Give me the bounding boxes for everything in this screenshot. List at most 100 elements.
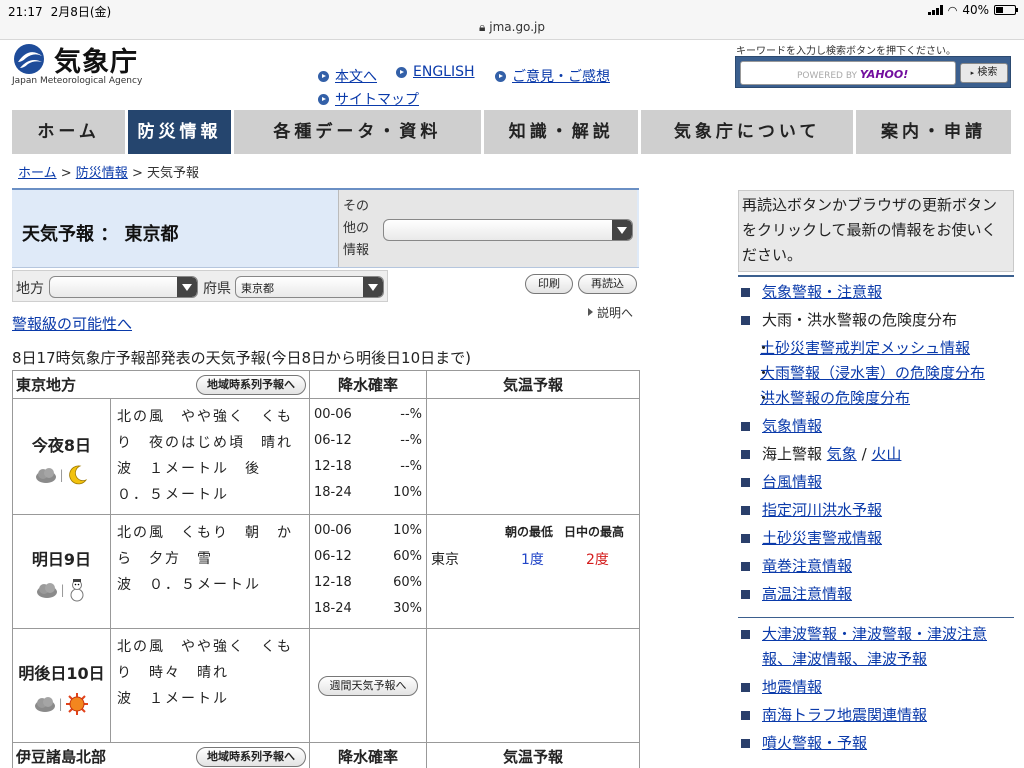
link-main-text[interactable]: 本文へ — [318, 66, 377, 86]
side-subitem-flood-inundation[interactable]: 大雨警報（浸水害）の危険度分布 — [738, 361, 1014, 386]
pop-row: 12-18 --% — [314, 459, 423, 474]
weekly-forecast-button[interactable]: 週間天気予報へ — [318, 675, 419, 696]
breadcrumb-disaster[interactable]: 防災情報 — [76, 166, 128, 181]
reload-button[interactable]: 再読込 — [578, 274, 637, 294]
side-item-river[interactable]: 指定河川洪水予報 — [738, 498, 1014, 523]
side-item-typhoon[interactable]: 台風情報 — [738, 470, 1014, 495]
forecast-table: 東京地方 地域時系列予報へ 降水確率 気温予報 今夜8日 | 北の風 やや強く … — [11, 370, 641, 768]
search-input[interactable]: POWERED BY YAHOO! — [740, 61, 956, 85]
announcement-text: 8日17時気象庁予報部発表の天気予報(今日8日から明後日10日まで) — [12, 349, 471, 367]
nav-home[interactable]: ホーム — [12, 110, 126, 154]
nav-guide[interactable]: 案内・申請 — [855, 110, 1011, 154]
side-link[interactable]: 地震情報 — [762, 678, 822, 696]
main-text-link[interactable]: 本文へ — [335, 66, 377, 86]
breadcrumb-home[interactable]: ホーム — [18, 166, 57, 181]
desc-line: 北の風 くもり 朝 か — [117, 525, 293, 541]
weather-description: 北の風 やや強く くも り 夜のはじめ頃 晴れ 波 １メートル 後 ０．５メート… — [109, 398, 311, 515]
pop-cell: 00-06 --% 06-12 --% 12-18 --% 18-24 10% — [309, 398, 428, 515]
pop-header: 降水確率 — [309, 370, 428, 399]
moon-icon — [68, 465, 87, 484]
temp-min-value: 1度 — [521, 552, 544, 568]
side-item-sediment[interactable]: 土砂災害警戒情報 — [738, 526, 1014, 551]
english-link[interactable]: ENGLISH — [413, 64, 475, 80]
side-link[interactable]: 気象情報 — [762, 417, 822, 435]
feedback-link[interactable]: ご意見・ご感想 — [512, 66, 610, 86]
region-select[interactable] — [49, 276, 198, 298]
jma-logo[interactable]: 気象庁 Japan Meteorological Agency — [12, 42, 152, 90]
pop-row: 06-12 60% — [314, 549, 423, 564]
temp-max-value: 2度 — [586, 552, 609, 568]
side-subitem-flood[interactable]: 洪水警報の危険度分布 — [738, 386, 1014, 411]
temp-header: 気温予報 — [426, 370, 641, 399]
side-item-nankai[interactable]: 南海トラフ地震関連情報 — [738, 703, 1014, 728]
side-link[interactable]: 気象警報・注意報 — [762, 283, 882, 301]
nav-about[interactable]: 気象庁について — [641, 110, 853, 154]
reload-notice: 再読込ボタンかブラウザの更新ボタンをクリックして最新の情報をお使いください。 — [738, 190, 1014, 272]
side-item-warnings[interactable]: 気象警報・注意報 — [738, 280, 1014, 305]
forecast-title-box: 天気予報 ： 東京都 その他の情報 — [12, 188, 639, 268]
side-link[interactable]: 指定河川洪水予報 — [762, 501, 882, 519]
arrow-bullet-icon — [495, 70, 506, 82]
nav-data[interactable]: 各種データ・資料 — [233, 110, 482, 154]
search-button[interactable]: ▸ 検索 — [960, 63, 1008, 83]
side-link[interactable]: 噴火警報・予報 — [762, 734, 867, 752]
timeseries-button[interactable]: 地域時系列予報へ — [196, 747, 307, 767]
explanation-label: 説明へ — [597, 306, 634, 320]
url-text: jma.go.jp — [489, 20, 545, 34]
print-button[interactable]: 印刷 — [525, 274, 573, 294]
browser-status-bar: 21:17 2月8日(金) 🔒︎ jma.go.jp ◠ 40% — [0, 0, 1024, 40]
side-link[interactable]: 高温注意情報 — [762, 585, 852, 603]
link-feedback[interactable]: ご意見・ご感想 — [495, 66, 610, 86]
region-selector-bar: 地方 府県 東京都 — [12, 270, 388, 302]
side-link[interactable]: 火山 — [871, 445, 901, 463]
sitemap-link[interactable]: サイトマップ — [335, 89, 419, 109]
region-label: 地方 — [16, 281, 44, 297]
side-link[interactable]: 大津波警報・津波警報・津波注意報、津波情報、津波予報 — [762, 625, 987, 668]
warning-possibility-link[interactable]: 警報級の可能性へ — [12, 313, 132, 334]
forecast-row: 明日9日 | 北の風 くもり 朝 か ら 夕方 雪 波 ０．５メートル 00-0… — [12, 514, 641, 629]
other-info-select[interactable] — [383, 219, 633, 241]
link-english[interactable]: ENGLISH — [396, 64, 475, 80]
day-cell: 今夜8日 | — [12, 398, 111, 515]
temp-header: 気温予報 — [426, 742, 641, 768]
side-link[interactable]: 大雨警報（浸水害）の危険度分布 — [760, 364, 985, 382]
side-link[interactable]: 土砂災害警戒情報 — [762, 529, 882, 547]
desc-line: 北の風 やや強く くも — [117, 409, 293, 425]
weather-icons: | — [13, 578, 110, 602]
side-item-heat[interactable]: 高温注意情報 — [738, 582, 1014, 607]
icon-separator: | — [59, 467, 64, 482]
side-item-tsunami[interactable]: 大津波警報・津波警報・津波注意報、津波情報、津波予報 — [738, 622, 1014, 672]
arrow-bullet-icon — [396, 66, 407, 78]
cloud-icon — [35, 696, 56, 712]
side-link[interactable]: 竜巻注意情報 — [762, 557, 852, 575]
cloud-icon — [37, 582, 58, 598]
nav-knowledge[interactable]: 知識・解説 — [484, 110, 639, 154]
desc-line: ０．５メートル — [117, 487, 229, 503]
side-link[interactable]: 台風情報 — [762, 473, 822, 491]
explanation-link[interactable]: 説明へ — [588, 304, 633, 321]
search-powered-label: POWERED BY — [797, 71, 858, 81]
side-subitem-landslide[interactable]: 土砂災害警戒判定メッシュ情報 — [738, 336, 1014, 361]
timeseries-button[interactable]: 地域時系列予報へ — [196, 375, 307, 395]
weather-description: 北の風 やや強く くも り 時々 晴れ 波 １メートル — [109, 628, 311, 743]
pop-row: 00-06 --% — [314, 407, 423, 422]
temp-min-label: 朝の最低 — [505, 525, 554, 539]
address-bar[interactable]: 🔒︎ jma.go.jp — [0, 20, 1024, 35]
pop-header: 降水確率 — [309, 742, 428, 768]
side-item-weather-info[interactable]: 気象情報 — [738, 414, 1014, 439]
status-date: 2月8日(金) — [50, 5, 112, 19]
prefecture-select[interactable]: 東京都 — [235, 276, 384, 298]
side-link[interactable]: 洪水警報の危険度分布 — [760, 389, 910, 407]
desc-line: ら 夕方 雪 — [117, 551, 213, 567]
logo-english: Japan Meteorological Agency — [12, 76, 143, 86]
side-link[interactable]: 南海トラフ地震関連情報 — [762, 706, 927, 724]
side-item-tornado[interactable]: 竜巻注意情報 — [738, 554, 1014, 579]
global-nav: ホーム 防災情報 各種データ・資料 知識・解説 気象庁について 案内・申請 — [12, 110, 1011, 154]
nav-disaster-info[interactable]: 防災情報 — [128, 110, 231, 154]
side-item-volcano[interactable]: 噴火警報・予報 — [738, 731, 1014, 756]
link-sitemap[interactable]: サイトマップ — [318, 89, 419, 109]
side-item-earthquake[interactable]: 地震情報 — [738, 675, 1014, 700]
side-link[interactable]: 気象 — [827, 445, 857, 463]
side-link[interactable]: 土砂災害警戒判定メッシュ情報 — [760, 339, 970, 357]
pop-row: 00-06 10% — [314, 523, 423, 538]
